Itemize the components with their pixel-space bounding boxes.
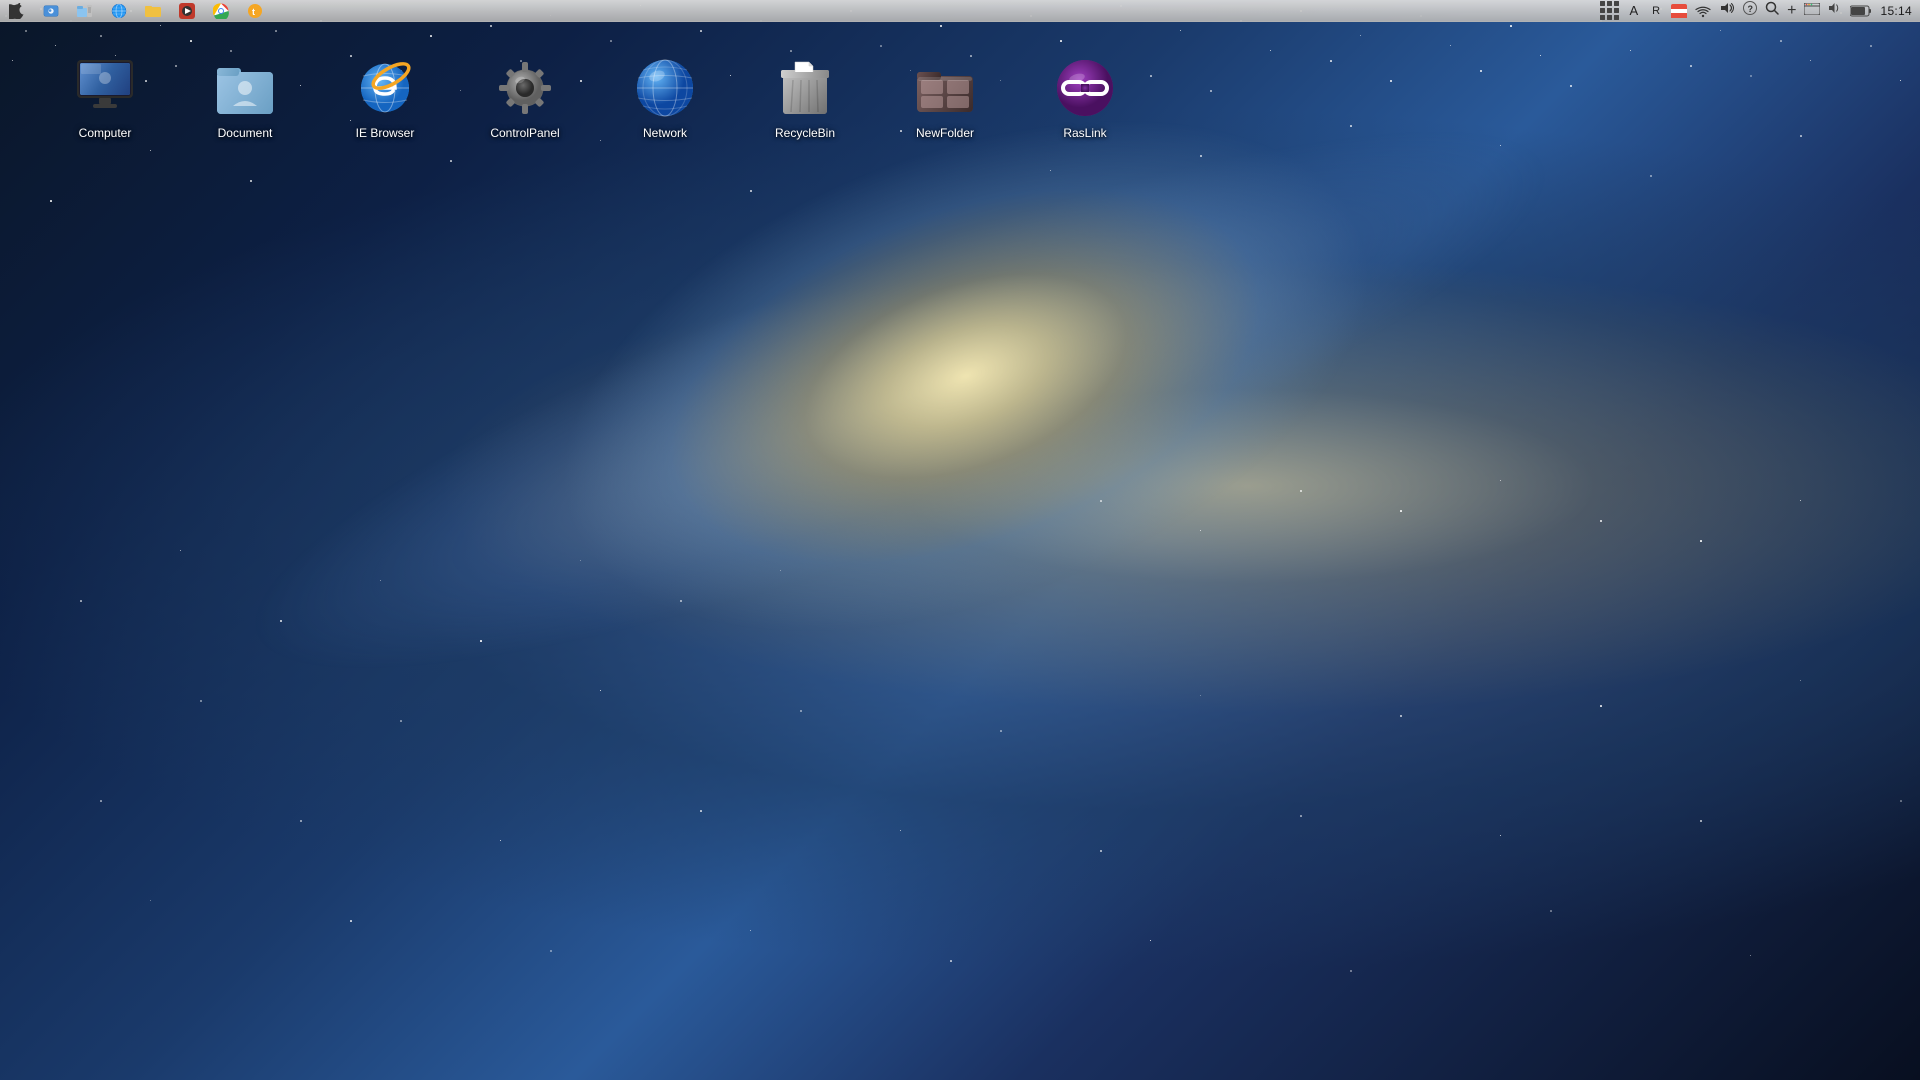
raslink-icon[interactable]: RasLink	[1040, 50, 1130, 146]
ie-browser-icon-img	[353, 56, 417, 120]
raslink-icon-img	[1053, 56, 1117, 120]
menubar-question-icon[interactable]: ?	[1743, 1, 1757, 20]
control-panel-icon[interactable]: ControlPanel	[480, 50, 570, 146]
menubar-window-icon[interactable]	[1804, 2, 1820, 20]
document-icon-label: Document	[218, 126, 273, 140]
ie-browser-icon[interactable]: IE Browser	[340, 50, 430, 146]
menubar-files-icon[interactable]	[76, 4, 94, 18]
menubar-finder-icon[interactable]	[42, 4, 60, 18]
new-folder-icon-label: NewFolder	[916, 126, 974, 140]
network-icon-img	[633, 56, 697, 120]
menubar-plus-icon[interactable]: +	[1787, 2, 1796, 20]
control-panel-icon-label: ControlPanel	[490, 126, 559, 140]
menubar-r-icon[interactable]: R	[1649, 5, 1663, 17]
ie-browser-icon-label: IE Browser	[356, 126, 415, 140]
menubar-grid-icon[interactable]	[1600, 1, 1619, 20]
menubar-globe-icon[interactable]	[110, 4, 128, 18]
menubar-a-icon[interactable]: A	[1627, 3, 1642, 18]
computer-icon-img	[73, 56, 137, 120]
new-folder-icon[interactable]: NewFolder	[900, 50, 990, 146]
menubar-time: 15:14	[1880, 4, 1912, 18]
network-icon-label: Network	[643, 126, 687, 140]
document-icon[interactable]: Document	[200, 50, 290, 146]
apple-menu-icon[interactable]	[8, 4, 26, 18]
recycle-bin-icon-label: RecycleBin	[775, 126, 835, 140]
menubar-lang-icon[interactable]	[1671, 4, 1687, 18]
menubar-folder-icon[interactable]	[144, 4, 162, 18]
recycle-bin-icon-img	[773, 56, 837, 120]
network-icon[interactable]: Network	[620, 50, 710, 146]
menubar: t A R	[0, 0, 1920, 22]
menubar-left: t	[8, 4, 264, 18]
menubar-volume-icon[interactable]	[1828, 1, 1842, 20]
recycle-bin-icon[interactable]: RecycleBin	[760, 50, 850, 146]
svg-text:t: t	[252, 7, 255, 17]
new-folder-icon-img	[913, 56, 977, 120]
menubar-right: A R	[1600, 1, 1913, 20]
svg-text:?: ?	[1748, 4, 1754, 14]
computer-icon[interactable]: Computer	[60, 50, 150, 146]
menubar-media-icon[interactable]	[178, 4, 196, 18]
menubar-battery-icon[interactable]	[1850, 5, 1872, 17]
icon-group: Computer	[60, 50, 1130, 146]
menubar-search-icon[interactable]	[1765, 1, 1779, 20]
desktop-icons-container: Computer	[0, 30, 1920, 166]
raslink-icon-label: RasLink	[1063, 126, 1106, 140]
menubar-chrome-icon[interactable]	[212, 4, 230, 18]
control-panel-icon-img	[493, 56, 557, 120]
menubar-sound-icon[interactable]	[1719, 1, 1735, 20]
document-icon-img	[213, 56, 277, 120]
menubar-telegram-icon[interactable]: t	[246, 4, 264, 18]
menubar-wifi-icon[interactable]	[1695, 4, 1711, 18]
computer-icon-label: Computer	[79, 126, 132, 140]
